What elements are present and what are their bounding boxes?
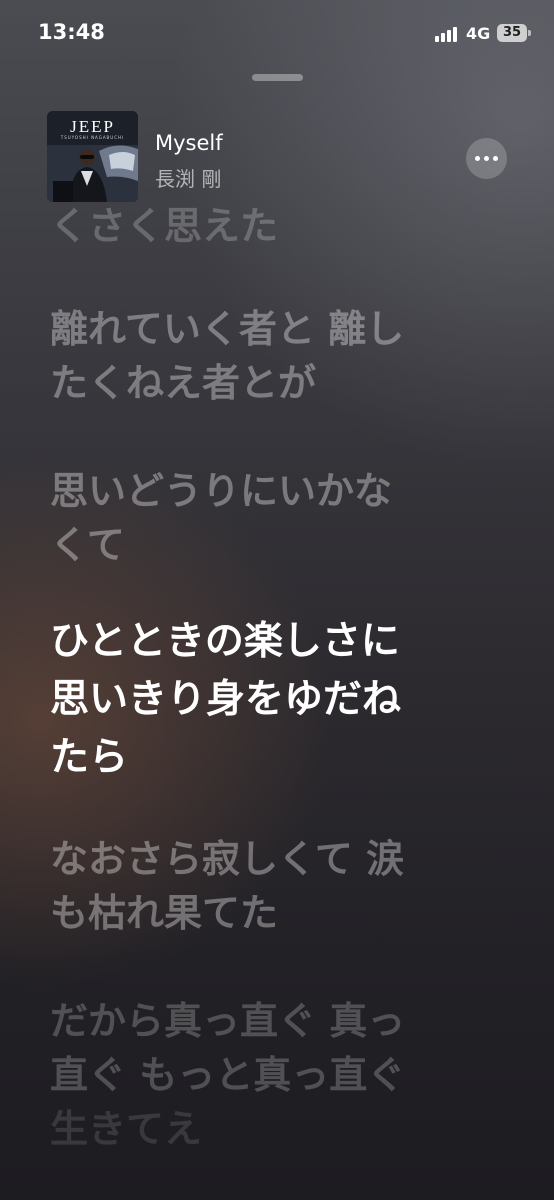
album-art-subtitle: TSUYOSHI NAGABUCHI bbox=[60, 135, 125, 140]
lyric-line[interactable]: 思いどうりにいかな くて bbox=[50, 464, 510, 572]
more-options-button[interactable] bbox=[466, 138, 507, 179]
lyric-line[interactable]: だから真っ直ぐ 真っ 直ぐ もっと真っ直ぐ 生きてえ bbox=[50, 994, 510, 1156]
status-bar: 13:48 4G 35 bbox=[0, 0, 554, 70]
lyric-line-active[interactable]: ひとときの楽しさに 思いきり身をゆだね たら bbox=[50, 613, 510, 787]
cellular-signal-icon bbox=[435, 26, 459, 42]
battery-nub bbox=[528, 30, 531, 36]
album-art-title: JEEP bbox=[70, 117, 115, 136]
network-type: 4G bbox=[466, 24, 491, 43]
more-options-icon bbox=[475, 156, 480, 161]
lyric-line[interactable]: 離れていく者と 離し たくねえ者とが bbox=[50, 302, 510, 410]
lyric-line[interactable]: なおさら寂しくて 涙 も枯れ果てた bbox=[50, 832, 510, 940]
now-playing-header: JEEP TSUYOSHI NAGABUCHI Myself 長渕 剛 bbox=[0, 105, 554, 205]
artist-name[interactable]: 長渕 剛 bbox=[155, 163, 221, 192]
status-time: 13:48 bbox=[38, 20, 105, 44]
battery-icon: 35 bbox=[497, 24, 527, 42]
sheet-grabber[interactable] bbox=[252, 74, 303, 81]
lyric-line[interactable]: くさく思えた bbox=[50, 199, 510, 245]
song-title[interactable]: Myself bbox=[155, 131, 223, 155]
album-art[interactable]: JEEP TSUYOSHI NAGABUCHI bbox=[47, 111, 138, 202]
